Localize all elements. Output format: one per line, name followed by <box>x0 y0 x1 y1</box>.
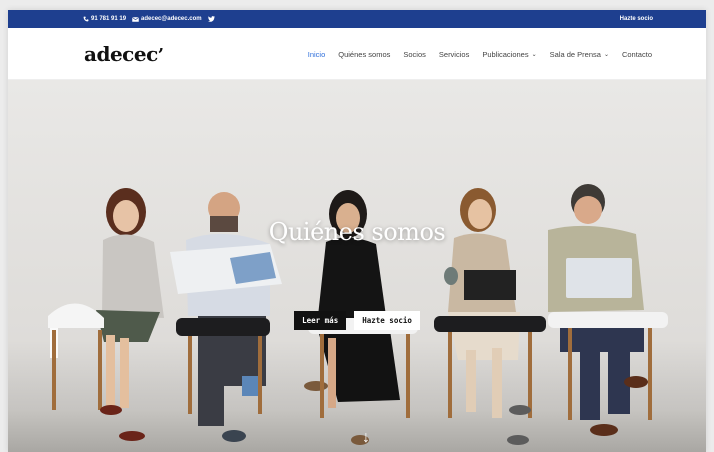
site-header: adecec’ Inicio Quiénes somos Socios Serv… <box>8 28 706 80</box>
hero-title: Quiénes somos <box>268 218 446 246</box>
nav-item-publicaciones[interactable]: Publicaciones ⌄ <box>482 50 536 59</box>
nav-item-label: Quiénes somos <box>338 49 391 59</box>
twitter-icon <box>207 16 215 22</box>
nav-item-quienes-somos[interactable]: Quiénes somos <box>338 50 390 59</box>
chevron-down-icon: ⌄ <box>603 51 609 58</box>
twitter-link[interactable] <box>207 16 215 22</box>
hero-buttons: Leer más Hazte socio <box>8 311 706 330</box>
logo-text: adecec <box>84 42 158 66</box>
mail-icon <box>132 16 139 22</box>
nav-item-label: Socios <box>403 49 426 59</box>
arrow-down-icon[interactable]: ↓ <box>362 430 370 446</box>
topbar-join-link[interactable]: Hazte socio <box>620 10 653 28</box>
chevron-down-icon: ⌄ <box>531 51 537 58</box>
top-contact: 91 781 91 19 adecec@adecec.com <box>83 10 215 28</box>
nav-item-sala-de-prensa[interactable]: Sala de Prensa ⌄ <box>550 50 609 59</box>
nav-item-contacto[interactable]: Contacto <box>622 50 652 59</box>
phone-number: 91 781 91 19 <box>91 16 127 22</box>
email-link[interactable]: adecec@adecec.com <box>132 16 202 22</box>
nav-item-socios[interactable]: Socios <box>403 50 426 59</box>
hero-photo-people <box>48 184 668 445</box>
nav-item-label: Contacto <box>621 49 652 59</box>
top-bar: 91 781 91 19 adecec@adecec.com Hazte soc… <box>8 10 706 28</box>
nav-item-inicio[interactable]: Inicio <box>308 50 326 59</box>
nav-item-label: Inicio <box>307 49 326 59</box>
nav-item-servicios[interactable]: Servicios <box>439 50 469 59</box>
site-logo[interactable]: adecec’ <box>84 42 164 66</box>
nav-item-label: Sala de Prensa <box>549 49 601 59</box>
page-frame: 91 781 91 19 adecec@adecec.com Hazte soc… <box>8 10 706 452</box>
logo-mark: ’ <box>157 45 164 66</box>
phone-link[interactable]: 91 781 91 19 <box>83 16 126 22</box>
email-address: adecec@adecec.com <box>141 16 202 22</box>
hero-section: Quiénes somos Leer más Hazte socio ↓ <box>8 80 706 452</box>
phone-icon <box>83 16 89 22</box>
join-button[interactable]: Hazte socio <box>354 311 420 330</box>
read-more-button[interactable]: Leer más <box>294 311 347 330</box>
nav-item-label: Servicios <box>438 49 470 59</box>
main-nav: Inicio Quiénes somos Socios Servicios Pu… <box>308 28 652 80</box>
nav-item-label: Publicaciones <box>482 49 529 59</box>
